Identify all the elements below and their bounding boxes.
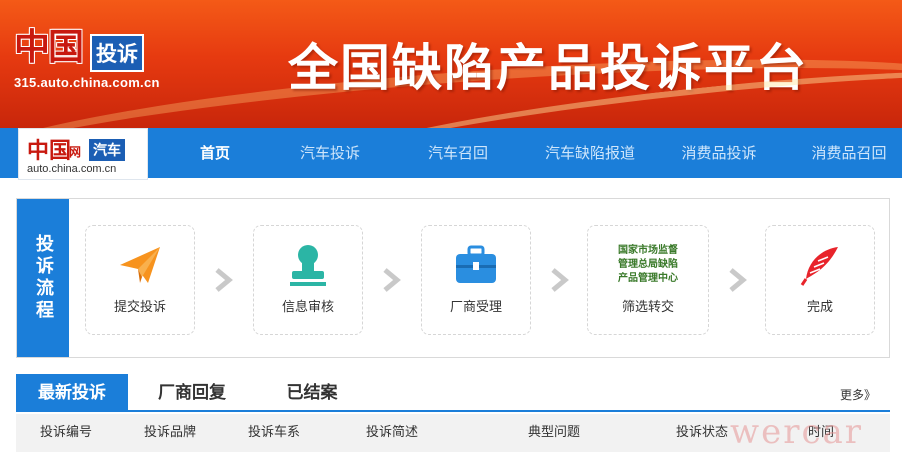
column-header: 时间 (808, 425, 835, 440)
step-review: 信息审核 (253, 225, 363, 335)
site-logo[interactable]: 中国 投诉 315.auto.china.com.cn (12, 18, 160, 100)
step-submit: 提交投诉 (85, 225, 195, 335)
step-filter-transfer: 国家市场监督 管理总局缺陷 产品管理中心 筛选转交 (587, 225, 709, 335)
nav-auto-logo[interactable]: 中国 网 汽车 auto.china.com.cn (18, 128, 148, 180)
step-complete: 完成 (765, 225, 875, 335)
column-header: 投诉编号 (40, 425, 93, 440)
tab-latest-complaints[interactable]: 最新投诉 (16, 374, 128, 412)
agency-line: 国家市场监督 (618, 245, 678, 256)
step-vendor-accept: 厂商受理 (421, 225, 531, 335)
more-link[interactable]: 更多》 (840, 386, 876, 403)
nav-item-car-defect-report[interactable]: 汽车缺陷报道 (526, 128, 654, 178)
nav-logo-china: 中国 (27, 138, 72, 164)
process-label: 投诉流程 (17, 199, 69, 357)
feather-icon (766, 240, 874, 290)
nav-item-car-recall[interactable]: 汽车召回 (390, 128, 526, 178)
logo-tousu-badge: 投诉 (90, 34, 144, 72)
column-header: 投诉品牌 (144, 425, 197, 440)
logo-url: 315.auto.china.com.cn (14, 75, 160, 90)
briefcase-icon (422, 240, 530, 290)
process-label-text: 投诉流程 (33, 234, 54, 322)
chevron-right-icon (551, 268, 569, 292)
column-header: 典型问题 (528, 425, 581, 440)
nav-items: 首页 汽车投诉 汽车召回 汽车缺陷报道 消费品投诉 消费品召回 (160, 128, 902, 178)
logo-china-text: 中国 (14, 26, 84, 68)
step-vendor-accept-label: 厂商受理 (449, 300, 502, 315)
nav-logo-qiche: 汽车 (89, 139, 125, 161)
nav-item-consumer-complaint[interactable]: 消费品投诉 (654, 128, 784, 178)
column-header: 投诉简述 (366, 425, 419, 440)
step-filter-transfer-label: 筛选转交 (621, 300, 674, 315)
agency-text-block: 国家市场监督 管理总局缺陷 产品管理中心 (588, 240, 708, 290)
agency-line: 管理总局缺陷 (618, 259, 678, 270)
complaint-tabs: 最新投诉 厂商回复 已结案 更多》 (16, 374, 890, 412)
top-banner: 中国 投诉 315.auto.china.com.cn 全国缺陷产品投诉平台 (0, 0, 902, 128)
complaint-process-panel: 投诉流程 提交投诉 信息审核 厂商受理 国家市场监督 管理总局缺陷 产品管理中心… (16, 198, 890, 358)
step-complete-label: 完成 (806, 300, 833, 315)
tab-closed-cases[interactable]: 已结案 (256, 374, 368, 412)
nav-item-home[interactable]: 首页 (160, 128, 270, 178)
step-review-label: 信息审核 (281, 300, 334, 315)
chevron-right-icon (215, 268, 233, 292)
chevron-right-icon (383, 268, 401, 292)
nav-logo-net: 网 (69, 145, 82, 159)
nav-item-consumer-recall[interactable]: 消费品召回 (784, 128, 902, 178)
chevron-right-icon (729, 268, 747, 292)
step-submit-label: 提交投诉 (113, 300, 166, 315)
nav-item-car-complaint[interactable]: 汽车投诉 (270, 128, 390, 178)
paper-plane-icon (86, 240, 194, 290)
column-header: 投诉状态 (676, 425, 729, 440)
agency-line: 产品管理中心 (618, 273, 678, 284)
column-header: 投诉车系 (248, 425, 301, 440)
complaint-table-header: 投诉编号 投诉品牌 投诉车系 投诉简述 典型问题 投诉状态 时间 (16, 414, 890, 452)
tab-vendor-replies[interactable]: 厂商回复 (136, 374, 248, 412)
banner-title: 全国缺陷产品投诉平台 (288, 39, 808, 97)
stamp-icon (254, 240, 362, 290)
nav-logo-url: auto.china.com.cn (27, 163, 117, 175)
